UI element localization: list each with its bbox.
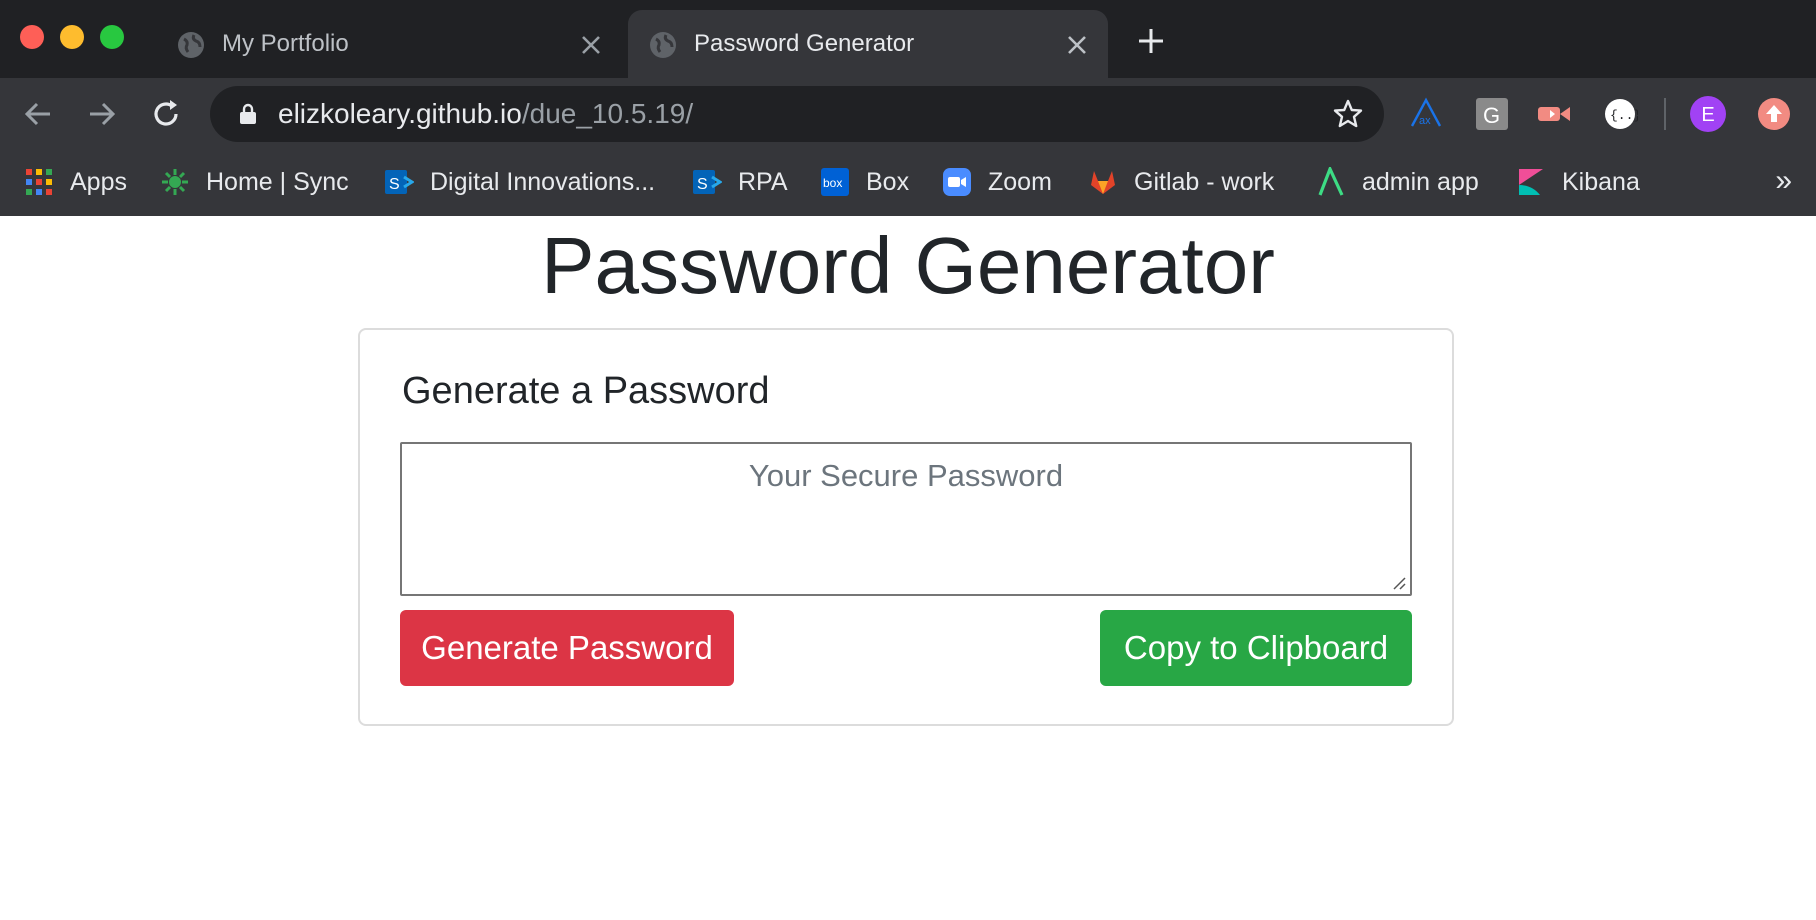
browser-tab-strip: My Portfolio Password Generator: [0, 0, 1816, 78]
globe-icon: [178, 32, 204, 58]
tab-password-generator[interactable]: Password Generator: [628, 10, 1108, 78]
tab-my-portfolio[interactable]: My Portfolio: [156, 10, 622, 78]
zoom-icon: [943, 168, 971, 196]
bookmark-box[interactable]: box Box: [820, 162, 909, 202]
bookmark-star-icon[interactable]: [1332, 98, 1364, 130]
bookmark-zoom[interactable]: Zoom: [942, 162, 1052, 202]
bookmark-label: Home | Sync: [206, 167, 349, 196]
bookmark-label: Digital Innovations...: [430, 167, 656, 196]
svg-text:box: box: [823, 176, 842, 190]
reload-icon[interactable]: [148, 96, 184, 132]
resize-handle-icon[interactable]: [1390, 574, 1406, 590]
json-viewer-extension-icon[interactable]: {..}: [1602, 96, 1638, 132]
profile-avatar[interactable]: E: [1690, 96, 1726, 132]
bookmark-label: Zoom: [988, 167, 1052, 196]
url-path: /due_10.5.19/: [521, 98, 694, 129]
bookmark-label: Apps: [70, 167, 127, 196]
password-textarea[interactable]: [402, 444, 1410, 594]
back-arrow-icon[interactable]: [20, 96, 56, 132]
page-title: Password Generator: [541, 221, 1275, 310]
update-icon[interactable]: [1756, 96, 1792, 132]
apps-grid-icon: [26, 169, 52, 195]
url-host: elizkoleary.github.io: [278, 98, 522, 129]
close-icon[interactable]: [1064, 32, 1090, 58]
sync-icon: [162, 169, 188, 195]
browser-toolbar: elizkoleary.github.io/due_10.5.19/ ax G …: [0, 78, 1816, 150]
bookmarks-overflow-button[interactable]: »: [1775, 164, 1792, 198]
svg-text:{..}: {..}: [1610, 108, 1638, 123]
svg-text:S: S: [697, 176, 708, 193]
card-title: Generate a Password: [402, 370, 770, 412]
copy-to-clipboard-button[interactable]: Copy to Clipboard: [1100, 610, 1412, 686]
bookmark-admin-app[interactable]: admin app: [1316, 162, 1479, 202]
svg-text:ax: ax: [1419, 115, 1431, 127]
maximize-window-button[interactable]: [100, 25, 124, 49]
bookmark-label: Box: [866, 167, 910, 196]
sharepoint-icon: S: [385, 170, 414, 194]
bookmark-gitlab-work[interactable]: Gitlab - work: [1088, 162, 1274, 202]
minimize-window-button[interactable]: [60, 25, 84, 49]
password-box: [400, 442, 1412, 596]
bookmark-label: Kibana: [1562, 167, 1640, 196]
bookmark-rpa[interactable]: S RPA: [692, 162, 788, 202]
close-icon[interactable]: [578, 32, 604, 58]
bookmark-label: Gitlab - work: [1134, 167, 1275, 196]
bookmark-digital-innovations[interactable]: S Digital Innovations...: [384, 162, 655, 202]
bookmark-home-sync[interactable]: Home | Sync: [160, 162, 349, 202]
sharepoint-icon: S: [693, 170, 722, 194]
tab-title: My Portfolio: [222, 30, 349, 57]
kibana-icon: [1519, 169, 1543, 195]
bookmark-kibana[interactable]: Kibana: [1516, 162, 1640, 202]
close-window-button[interactable]: [20, 25, 44, 49]
box-icon: box: [821, 168, 849, 196]
gitlab-icon: [1091, 171, 1115, 194]
svg-text:S: S: [389, 176, 400, 193]
password-card: Generate a Password Generate Password Co…: [358, 328, 1454, 726]
screencast-extension-icon[interactable]: [1536, 96, 1572, 132]
tab-title: Password Generator: [694, 30, 915, 57]
toolbar-divider: [1664, 98, 1666, 130]
bookmark-label: RPA: [738, 167, 788, 196]
globe-icon: [650, 32, 676, 58]
bookmark-label: admin app: [1362, 167, 1479, 196]
extension-g-label: G: [1483, 103, 1500, 128]
profile-initial: E: [1701, 104, 1714, 126]
grammarly-extension-icon[interactable]: G: [1474, 96, 1510, 132]
page-content: Password Generator Generate a Password G…: [0, 216, 1816, 920]
bookmarks-bar: Apps Home | Sync S Digital Innovations..…: [0, 150, 1816, 216]
generate-password-button[interactable]: Generate Password: [400, 610, 734, 686]
url-text[interactable]: elizkoleary.github.io/due_10.5.19/: [278, 98, 693, 130]
admin-app-icon: [1318, 167, 1344, 196]
lock-icon[interactable]: [236, 102, 260, 126]
new-tab-plus-icon[interactable]: [1136, 26, 1166, 56]
axe-extension-icon[interactable]: ax: [1408, 96, 1444, 132]
address-bar[interactable]: elizkoleary.github.io/due_10.5.19/: [210, 86, 1384, 142]
bookmark-apps[interactable]: Apps: [24, 162, 127, 202]
forward-arrow-icon[interactable]: [84, 96, 120, 132]
